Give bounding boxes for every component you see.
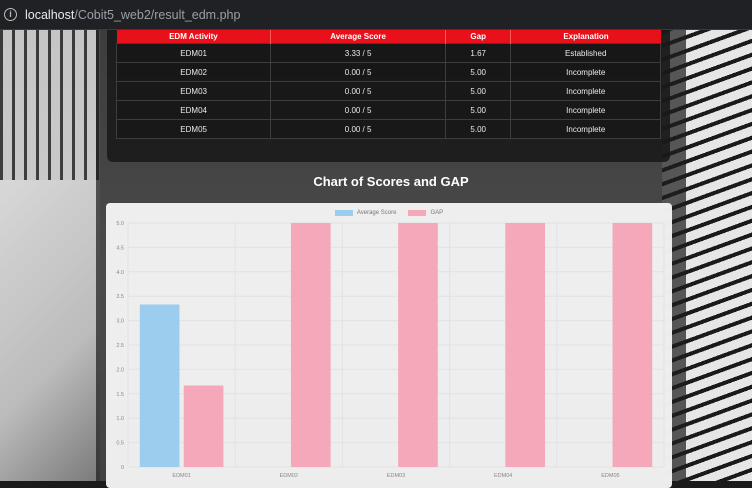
y-tick-label: 0.5 — [116, 441, 124, 447]
cell-gap: 5.00 — [444, 100, 512, 120]
header-explanation: Explanation — [510, 30, 661, 44]
bar-gap — [612, 223, 653, 467]
header-gap: Gap — [445, 30, 512, 44]
y-tick-label: 1.0 — [116, 416, 124, 422]
y-tick-label: 3.0 — [116, 319, 124, 325]
header-edm-activity: EDM Activity — [116, 30, 272, 44]
cell-average-score: 3.33 / 5 — [270, 43, 446, 63]
results-table-panel: EDM Activity Average Score Gap Explanati… — [107, 30, 670, 162]
chart-panel: Average Score GAP 0 0.5 1.0 1.5 2.0 2.5 3.0 3.5… — [106, 203, 672, 488]
y-tick-label: 0 — [121, 465, 124, 471]
cell-explanation: Incomplete — [510, 100, 661, 120]
cell-gap: 5.00 — [444, 81, 512, 101]
x-tick-label: EDM03 — [387, 473, 405, 479]
bar-average-score — [139, 304, 180, 467]
y-tick-label: 4.0 — [116, 270, 124, 276]
cell-explanation: Established — [510, 43, 661, 63]
cell-gap: 5.00 — [444, 62, 512, 82]
x-tick-label: EDM04 — [494, 473, 512, 479]
background-left-wall — [0, 180, 100, 481]
cell-gap: 1.67 — [444, 43, 512, 63]
url-text[interactable]: localhost/Cobit5_web2/result_edm.php — [25, 8, 240, 22]
y-tick-label: 3.5 — [116, 294, 124, 300]
table-row: EDM04 0.00 / 5 5.00 Incomplete — [115, 100, 661, 120]
cell-gap: 5.00 — [444, 119, 512, 139]
cell-activity: EDM02 — [115, 62, 272, 82]
x-tick-label: EDM02 — [280, 473, 298, 479]
y-tick-label: 2.5 — [116, 343, 124, 349]
cell-explanation: Incomplete — [510, 62, 661, 82]
cell-explanation: Incomplete — [510, 119, 661, 139]
chart-title: Chart of Scores and GAP — [313, 174, 469, 189]
table-row: EDM02 0.00 / 5 5.00 Incomplete — [115, 62, 661, 82]
cell-average-score: 0.00 / 5 — [270, 100, 446, 120]
header-average-score: Average Score — [270, 30, 446, 44]
bar-gap — [505, 223, 546, 467]
browser-address-bar[interactable]: i localhost/Cobit5_web2/result_edm.php — [0, 0, 752, 30]
cell-average-score: 0.00 / 5 — [270, 81, 446, 101]
cell-average-score: 0.00 / 5 — [270, 119, 446, 139]
y-tick-label: 1.5 — [116, 392, 124, 398]
cell-activity: EDM05 — [115, 119, 272, 139]
x-tick-label: EDM05 — [601, 473, 619, 479]
table-row: EDM05 0.00 / 5 5.00 Incomplete — [115, 119, 661, 139]
bar-gap — [290, 223, 331, 467]
info-icon[interactable]: i — [4, 8, 17, 21]
x-tick-label: EDM01 — [172, 473, 190, 479]
bar-gap — [183, 385, 224, 467]
url-host: localhost — [25, 7, 75, 22]
cell-activity: EDM03 — [115, 81, 272, 101]
url-path: /Cobit5_web2/result_edm.php — [74, 7, 241, 22]
bar-gap — [398, 223, 438, 467]
cell-activity: EDM04 — [115, 100, 272, 120]
table-row: EDM03 0.00 / 5 5.00 Incomplete — [115, 81, 661, 101]
y-tick-label: 5.0 — [116, 221, 124, 227]
y-tick-label: 4.5 — [116, 245, 124, 251]
cell-average-score: 0.00 / 5 — [270, 62, 446, 82]
bar-chart: 0 0.5 1.0 1.5 2.0 2.5 3.0 3.5 4.0 4.5 5.0 EDM01 EDM0… — [116, 221, 665, 479]
table-row: EDM01 3.33 / 5 1.67 Established — [115, 43, 661, 63]
y-tick-label: 2.0 — [116, 367, 124, 373]
results-table: EDM Activity Average Score Gap Explanati… — [115, 30, 661, 139]
cell-explanation: Incomplete — [510, 81, 661, 101]
cell-activity: EDM01 — [115, 43, 272, 63]
table-header-row: EDM Activity Average Score Gap Explanati… — [116, 30, 661, 44]
